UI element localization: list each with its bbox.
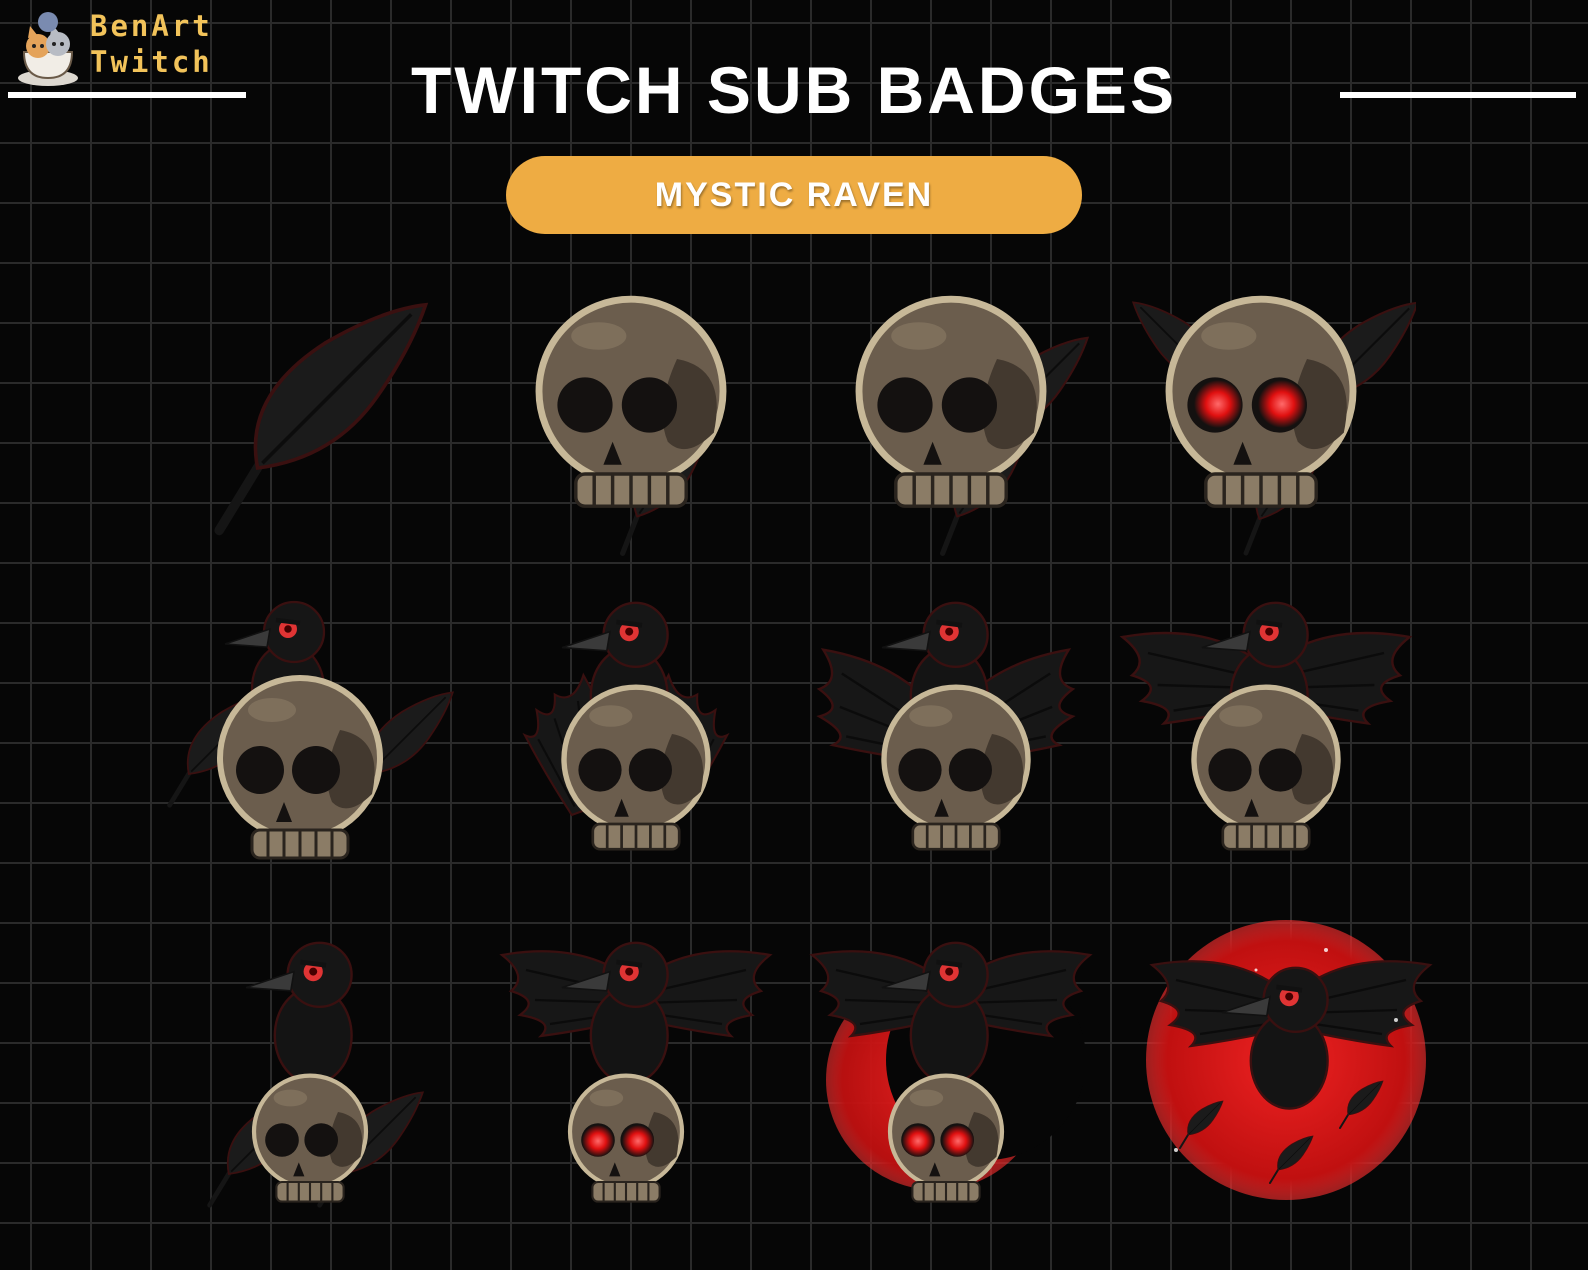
raven-on-red-eye-skull-icon <box>476 920 776 1220</box>
collection-label: MYSTIC RAVEN <box>506 156 1082 234</box>
raven-skull-wide-icon <box>1116 590 1416 890</box>
raven-skull-spread-icon <box>796 590 1096 890</box>
skull-feather-icon <box>476 270 776 570</box>
feather-icon <box>160 270 460 570</box>
brand-line-1: BenArt <box>90 9 213 43</box>
page-title: TWITCH SUB BADGES <box>411 53 1177 127</box>
raven-red-moon-icon <box>1136 910 1436 1210</box>
raven-red-moon-skull-icon <box>796 920 1096 1220</box>
collection-name: MYSTIC RAVEN <box>654 175 934 214</box>
raven-skull-icon <box>160 590 460 890</box>
skull-red-eyes-icon <box>1116 270 1416 570</box>
raven-skull-wings-icon <box>476 590 776 890</box>
skull-feathers-icon <box>796 270 1096 570</box>
raven-on-skull-icon <box>160 920 460 1220</box>
